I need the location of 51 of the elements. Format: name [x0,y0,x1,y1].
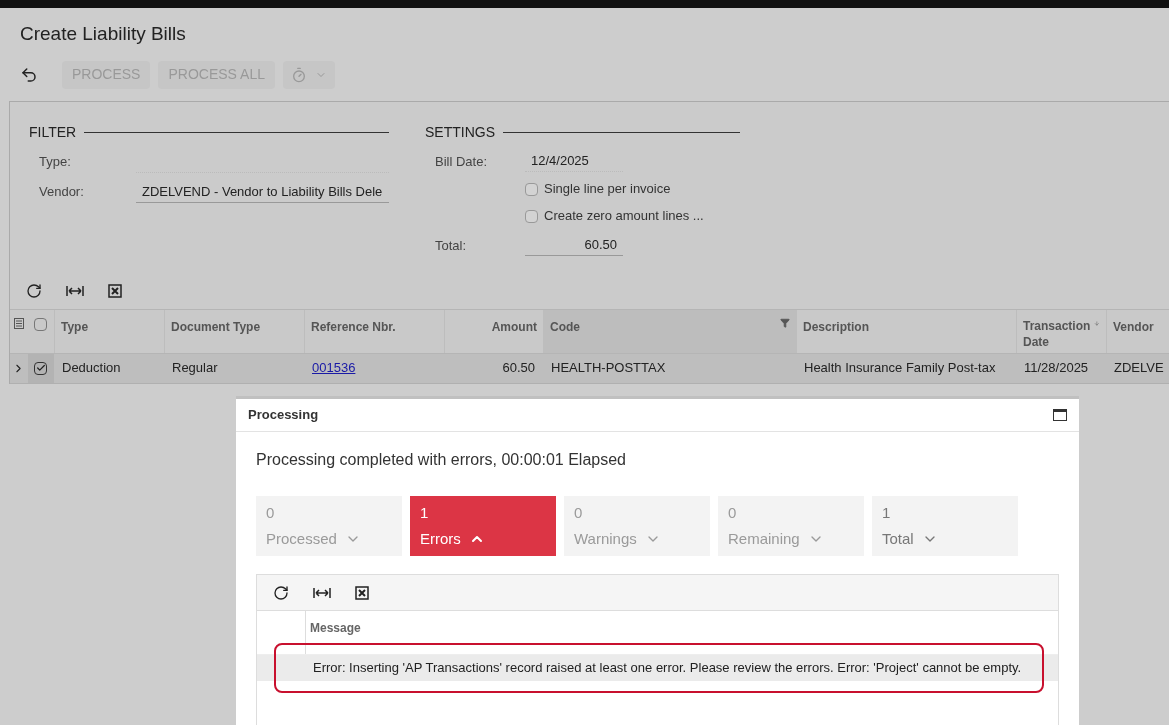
table-cell-text: HEALTH-POSTTAX [551,359,666,378]
refresh-icon[interactable] [273,584,289,601]
field-label: Type: [38,152,72,171]
export-excel-icon[interactable] [108,283,122,298]
error-message: Error: Inserting 'AP Transactions' record raised at least one error. Please review the errors. Error: 'Project' cannot be empty. [313,659,1022,678]
table-cell-text: Regular [172,359,218,378]
checkbox[interactable] [525,209,538,223]
select-all-checkbox[interactable] [34,317,48,331]
page-title: Create Liability Bills [20,22,187,46]
section-title: FILTER [29,122,77,142]
column-header[interactable]: Code [543,309,796,353]
column-header[interactable]: Message [305,611,1058,654]
undo-icon[interactable] [20,65,38,84]
refresh-icon[interactable] [26,282,42,299]
total-field: 60.50 [525,235,623,256]
table-cell-text: 11/28/2025 [1024,359,1089,378]
column-header[interactable]: Type [54,309,164,353]
table-cell-text: Deduction [62,359,121,378]
checkbox-label: Create zero amount lines ... [544,207,704,226]
status-message: Processing completed with errors, 00:00:01 Elapsed [256,450,627,470]
reference-link[interactable]: 001536 [312,358,356,378]
column-header[interactable]: Description [796,309,1016,353]
table-cell-text: ZDELVE [1114,359,1164,378]
checkbox-label: Single line per invoice [544,180,671,199]
status-tile[interactable]: 0 Processed [256,496,402,556]
fit-columns-icon[interactable] [313,586,331,599]
fit-columns-icon[interactable] [66,284,84,297]
row-checkbox[interactable] [34,361,48,375]
column-header[interactable]: Transaction Date [1016,309,1106,353]
table-cell-text: 60.50 [502,359,535,378]
row-options-icon[interactable] [13,317,24,329]
column-header[interactable]: Vendor [1106,309,1169,353]
maximize-icon[interactable] [1053,409,1067,421]
checkbox[interactable] [525,182,538,196]
dialog-title: Processing [248,406,319,425]
input-field[interactable]: ZDELVEND - Vendor to Liability Bills Dele [136,180,389,203]
section-title: SETTINGS [425,122,495,142]
column-header[interactable]: Document Type [164,309,304,353]
export-excel-icon[interactable] [355,585,369,600]
status-tile[interactable]: 0 Remaining [718,496,864,556]
timer-icon [290,66,307,83]
status-tile[interactable]: 1 Total [872,496,1018,556]
filter-icon[interactable] [780,317,790,328]
field-label: Total: [434,236,468,255]
date-field[interactable]: 12/4/2025 [525,151,623,172]
field-label: Bill Date: [434,152,489,171]
status-tile[interactable]: 1 Errors [410,496,556,556]
status-tile[interactable]: 0 Warnings [564,496,710,556]
field-label: Vendor: [38,182,85,201]
table-cell-text: Health Insurance Family Post-tax [804,359,996,378]
column-header[interactable]: Reference Nbr. [304,309,444,353]
